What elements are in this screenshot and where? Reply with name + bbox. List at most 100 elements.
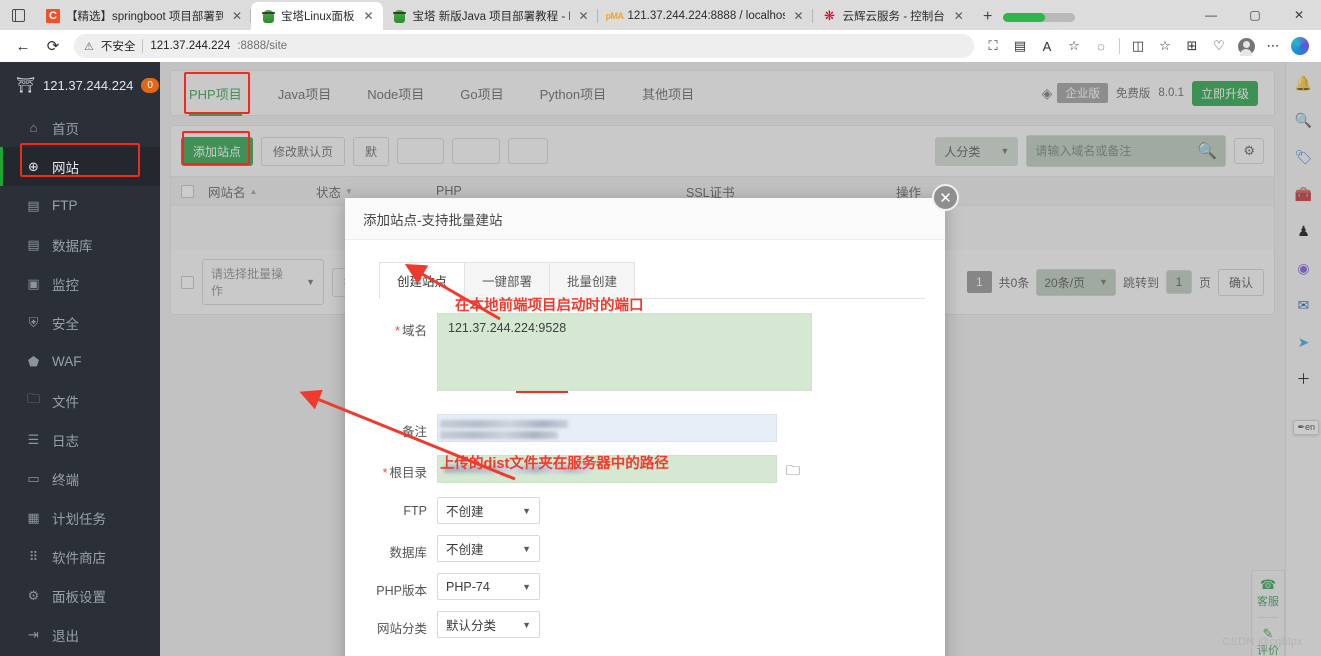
shield-icon: ⛨	[28, 314, 39, 330]
field-note: 备注	[365, 414, 925, 442]
reload-icon[interactable]: ⟳	[38, 33, 68, 59]
favorites-icon[interactable]: ☆	[1152, 33, 1178, 59]
add-site-modal: ✕ 添加站点-支持批量建站 创建站点 一键部署 批量创建 * 域名 121.37.…	[345, 184, 959, 656]
favorite-star-icon[interactable]: ☆	[1061, 33, 1087, 59]
profile-avatar-icon[interactable]	[1233, 33, 1259, 59]
close-icon[interactable]: ✕	[791, 8, 807, 24]
sidebar-item-label: WAF	[52, 354, 82, 369]
notification-badge: 0	[141, 77, 159, 93]
tab-batch-create[interactable]: 批量创建	[549, 262, 636, 298]
modal-title: 添加站点-支持批量建站	[345, 198, 945, 240]
sidebar-item-settings[interactable]: ⚙ 面板设置	[0, 576, 160, 615]
tab-title: 宝塔 新版Java 项目部署教程 - Lin	[412, 11, 570, 23]
field-php-version: PHP版本 PHP-74 ▼	[365, 573, 925, 600]
split-pane-icon[interactable]: ◫	[1125, 33, 1151, 59]
bt-panel-icon	[261, 9, 275, 23]
sidebar-item-database[interactable]: ▤ 数据库	[0, 225, 160, 264]
sidebar-item-cron[interactable]: ▦ 计划任务	[0, 498, 160, 537]
close-icon[interactable]: ✕	[229, 8, 245, 24]
php-version-select[interactable]: PHP-74 ▼	[437, 573, 540, 600]
tab-label: 一键部署	[482, 275, 533, 289]
note-input[interactable]	[437, 414, 777, 442]
sidebar-item-label: 安全	[52, 316, 79, 332]
sidebar-item-label: 网站	[52, 160, 79, 176]
tab-create-site[interactable]: 创建站点	[379, 262, 466, 299]
maximize-button[interactable]: ▢	[1233, 0, 1277, 30]
close-icon[interactable]: ✕	[951, 8, 967, 24]
note-label: 备注	[401, 425, 427, 439]
folder-browse-icon[interactable]: 🗀	[786, 455, 800, 484]
divider	[142, 39, 144, 53]
ftp-select[interactable]: 不创建 ▼	[437, 497, 540, 524]
browser-tab-4[interactable]: ❋ 云辉云服务 - 控制台 ✕	[813, 2, 973, 30]
close-icon[interactable]: ✕	[576, 8, 592, 24]
ftp-value: 不创建	[446, 505, 484, 519]
tab-label: 创建站点	[397, 275, 448, 289]
split-screen-icon[interactable]: ⛶	[980, 33, 1006, 59]
browser-tab-1[interactable]: 宝塔Linux面板 ✕	[251, 2, 383, 30]
domain-textarea[interactable]: 121.37.244.224:9528	[437, 313, 812, 393]
tab-progress-indicator	[1002, 13, 1075, 22]
c-icon: C	[46, 9, 60, 23]
new-tab-button[interactable]: +	[975, 4, 1001, 30]
site-category-select[interactable]: 默认分类 ▼	[437, 611, 540, 638]
sidebar-item-label: 文件	[52, 394, 79, 410]
sidebar-item-label: 日志	[52, 433, 79, 449]
sidebar-item-ftp[interactable]: ▤ FTP	[0, 186, 160, 225]
sidebar-item-terminal[interactable]: ▭ 终端	[0, 459, 160, 498]
back-icon[interactable]: ←	[8, 33, 38, 59]
page-content: ⛩ 121.37.244.224 0 ⌂ 首页 ⊕ 网站 ▤ FTP ▤ 数据库	[0, 62, 1321, 656]
sidebar-item-label: 面板设置	[52, 589, 106, 605]
redacted-text	[440, 420, 568, 428]
chevron-down-icon: ▼	[522, 543, 531, 554]
browser-tab-2[interactable]: 宝塔 新版Java 项目部署教程 - Lin ✕	[383, 2, 598, 30]
url-path: :8888/site	[237, 40, 288, 52]
cat-value: 默认分类	[446, 619, 497, 633]
chevron-down-icon: ▼	[522, 505, 531, 516]
tab-title: 宝塔Linux面板	[281, 11, 355, 23]
sidebar-item-security[interactable]: ⛨ 安全	[0, 303, 160, 342]
monitor-icon: ▣	[27, 275, 40, 291]
browser-tab-0[interactable]: C 【精选】springboot 项目部署到 ✕	[36, 2, 251, 30]
bt-panel-icon	[393, 9, 407, 23]
collections-icon[interactable]: ⊞	[1179, 33, 1205, 59]
browser-essentials-icon[interactable]: ♡	[1206, 33, 1232, 59]
copilot-icon[interactable]	[1287, 33, 1313, 59]
globe-icon: ⊕	[28, 158, 39, 174]
sidebar-item-website[interactable]: ⊕ 网站	[0, 147, 160, 186]
read-aloud-icon[interactable]: A	[1034, 33, 1060, 59]
tab-title: 【精选】springboot 项目部署到	[66, 11, 223, 23]
chevron-down-icon: ▼	[522, 619, 531, 630]
sidebar-item-logout[interactable]: ⇥ 退出	[0, 615, 160, 654]
sidebar-item-waf[interactable]: ⬟ WAF	[0, 342, 160, 381]
log-icon: ☰	[27, 431, 40, 447]
db-label: 数据库	[389, 546, 427, 560]
field-site-category: 网站分类 默认分类 ▼	[365, 611, 925, 638]
sidebar-item-monitor[interactable]: ▣ 监控	[0, 264, 160, 303]
sidebar-item-files[interactable]: 🗀 文件	[0, 381, 160, 420]
tab-one-click-deploy[interactable]: 一键部署	[464, 262, 551, 298]
sidebar-item-home[interactable]: ⌂ 首页	[0, 108, 160, 147]
ftp-label: FTP	[403, 504, 427, 518]
sidebar-item-label: 退出	[52, 628, 79, 644]
browser-tab-strip: C 【精选】springboot 项目部署到 ✕ 宝塔Linux面板 ✕ 宝塔 …	[0, 0, 1321, 30]
sidebar-item-logs[interactable]: ☰ 日志	[0, 420, 160, 459]
browser-tab-3[interactable]: pMA 121.37.244.224:8888 / localhost ✕	[598, 2, 813, 30]
tab-search-button[interactable]	[0, 0, 36, 30]
chevron-down-icon: ▼	[522, 581, 531, 592]
sidebar-item-appstore[interactable]: ⠿ 软件商店	[0, 537, 160, 576]
database-icon: ▤	[27, 236, 40, 252]
close-icon[interactable]: ✕	[932, 184, 959, 211]
copilot-ring-icon[interactable]: ◌	[1088, 33, 1114, 59]
sidebar-item-label: 监控	[52, 277, 79, 293]
close-window-button[interactable]: ✕	[1277, 0, 1321, 30]
minimize-button[interactable]: —	[1189, 0, 1233, 30]
close-icon[interactable]: ✕	[361, 8, 377, 24]
settings-more-icon[interactable]: ⋯	[1260, 33, 1286, 59]
redacted-text	[440, 431, 558, 439]
apps-icon: ⠿	[28, 548, 39, 564]
address-bar[interactable]: ⚠ 不安全 121.37.244.224:8888/site	[74, 34, 974, 58]
collections-grid-icon[interactable]: ▤	[1007, 33, 1033, 59]
database-select[interactable]: 不创建 ▼	[437, 535, 540, 562]
sidebar-item-label: 计划任务	[52, 511, 106, 527]
